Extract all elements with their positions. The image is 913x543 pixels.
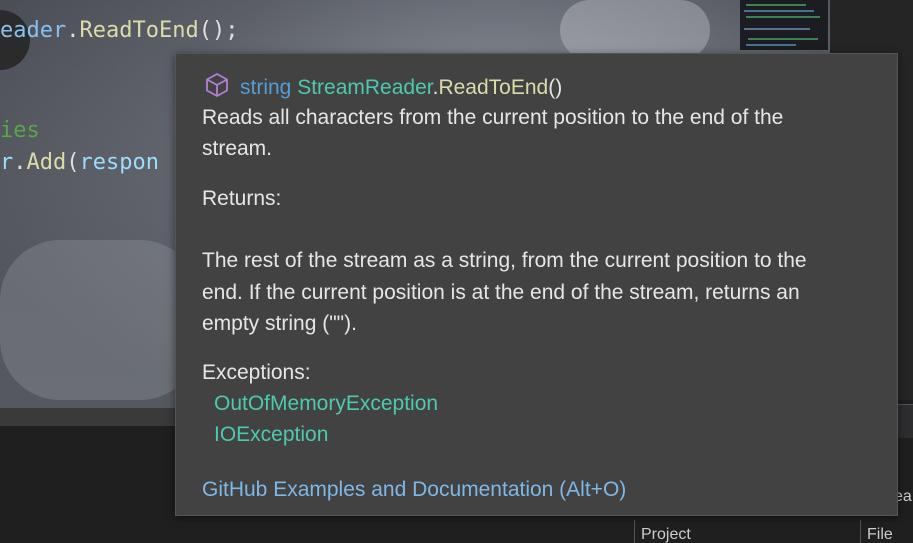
- github-docs-link[interactable]: GitHub Examples and Documentation (Alt+O…: [202, 478, 626, 502]
- minimap[interactable]: [740, 0, 828, 50]
- code-token: r: [0, 150, 14, 175]
- wallpaper-shape: [0, 240, 200, 400]
- column-header-project[interactable]: Project: [634, 520, 860, 543]
- code-token: respon: [79, 150, 159, 175]
- return-type: string: [240, 76, 292, 99]
- returns-text: The rest of the stream as a string, from…: [202, 249, 807, 272]
- returns-text: empty string ("").: [202, 312, 357, 335]
- code-line[interactable]: r.Add(respon: [0, 150, 159, 175]
- method-signature: string StreamReader.ReadToEnd(): [240, 76, 562, 100]
- signature-parens: (): [548, 76, 563, 99]
- column-header-file[interactable]: File: [860, 520, 913, 543]
- returns-label: Returns:: [202, 187, 282, 210]
- class-name[interactable]: StreamReader: [297, 76, 432, 99]
- code-token: ReadToEnd: [79, 18, 199, 43]
- returns-text: end. If the current position is at the e…: [202, 281, 800, 304]
- code-token: ();: [198, 18, 239, 43]
- exception-link-io[interactable]: IOException: [214, 423, 328, 447]
- method-name: ReadToEnd: [438, 76, 549, 99]
- exception-link-out-of-memory[interactable]: OutOfMemoryException: [214, 392, 438, 416]
- code-token: .: [13, 150, 27, 175]
- code-token: Add: [26, 150, 67, 175]
- wallpaper-shape: [560, 0, 710, 60]
- code-token: (: [66, 150, 80, 175]
- code-token: .: [66, 18, 80, 43]
- code-line[interactable]: eader.ReadToEnd();: [0, 18, 238, 43]
- summary-text: stream.: [202, 137, 273, 160]
- exceptions-label: Exceptions:: [202, 361, 311, 384]
- code-token: ies: [0, 118, 40, 143]
- code-line[interactable]: ies: [0, 118, 40, 143]
- method-cube-icon: [206, 73, 228, 97]
- quick-info-tooltip: string StreamReader.ReadToEnd() Reads al…: [175, 53, 898, 516]
- code-token: eader: [0, 18, 67, 43]
- summary-text: Reads all characters from the current po…: [202, 106, 784, 129]
